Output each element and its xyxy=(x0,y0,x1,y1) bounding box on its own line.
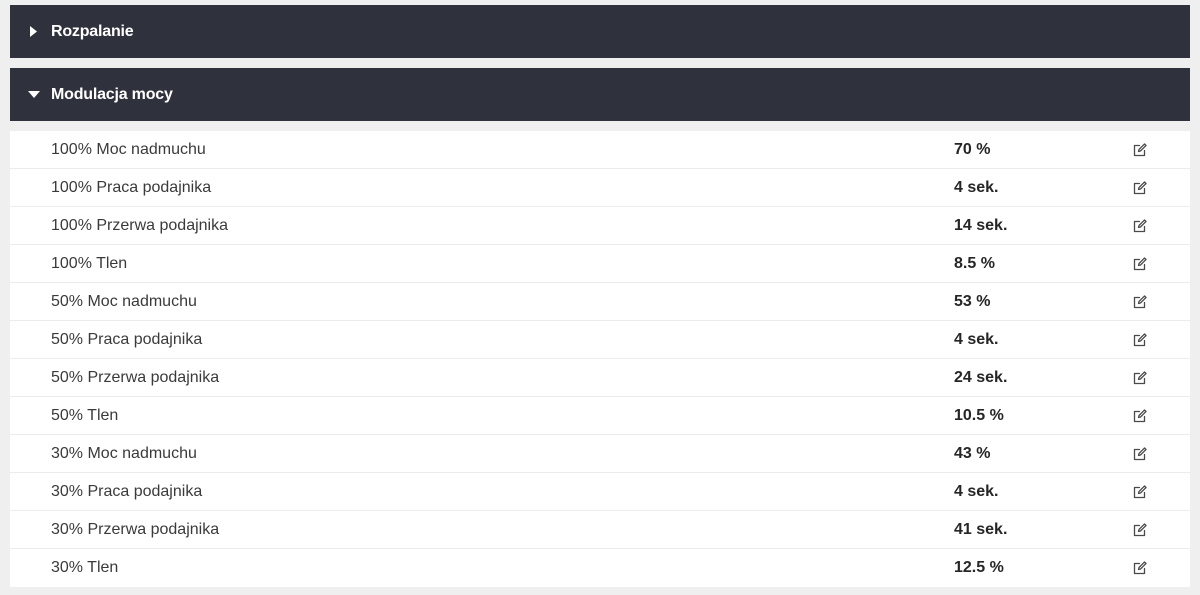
setting-value: 43 % xyxy=(954,445,991,462)
edit-icon[interactable] xyxy=(1132,522,1148,538)
setting-row: 50% Tlen 10.5 % xyxy=(10,397,1190,435)
edit-icon[interactable] xyxy=(1132,484,1148,500)
setting-value: 10.5 % xyxy=(954,407,1004,424)
edit-icon[interactable] xyxy=(1132,370,1148,386)
section-header-rozpalanie[interactable]: Rozpalanie xyxy=(10,5,1190,58)
setting-row: 100% Przerwa podajnika 14 sek. xyxy=(10,207,1190,245)
setting-value: 12.5 % xyxy=(954,559,1004,576)
setting-row: 30% Moc nadmuchu 43 % xyxy=(10,435,1190,473)
setting-value: 14 sek. xyxy=(954,217,1008,234)
settings-list: 100% Moc nadmuchu 70 % 100% Praca podajnik… xyxy=(10,131,1190,587)
setting-label: 100% Przerwa podajnika xyxy=(51,217,228,234)
caret-right-icon xyxy=(28,26,40,38)
setting-row: 30% Tlen 12.5 % xyxy=(10,549,1190,587)
setting-label: 100% Tlen xyxy=(51,255,128,272)
setting-value: 4 sek. xyxy=(954,483,999,500)
setting-row: 100% Moc nadmuchu 70 % xyxy=(10,131,1190,169)
edit-icon[interactable] xyxy=(1132,294,1148,310)
setting-row: 100% Praca podajnika 4 sek. xyxy=(10,169,1190,207)
setting-label: 30% Praca podajnika xyxy=(51,483,203,500)
edit-icon[interactable] xyxy=(1132,332,1148,348)
setting-row: 100% Tlen 8.5 % xyxy=(10,245,1190,283)
setting-row: 50% Moc nadmuchu 53 % xyxy=(10,283,1190,321)
setting-label: 50% Moc nadmuchu xyxy=(51,293,197,310)
setting-value: 4 sek. xyxy=(954,179,999,196)
setting-label: 30% Przerwa podajnika xyxy=(51,521,220,538)
setting-row: 30% Przerwa podajnika 41 sek. xyxy=(10,511,1190,549)
edit-icon[interactable] xyxy=(1132,560,1148,576)
setting-label: 50% Przerwa podajnika xyxy=(51,369,220,386)
setting-label: 30% Tlen xyxy=(51,559,119,576)
section-title: Modulacja mocy xyxy=(51,85,173,103)
setting-label: 100% Moc nadmuchu xyxy=(51,141,206,158)
edit-icon[interactable] xyxy=(1132,180,1148,196)
edit-icon[interactable] xyxy=(1132,408,1148,424)
setting-label: 30% Moc nadmuchu xyxy=(51,445,197,462)
setting-row: 50% Przerwa podajnika 24 sek. xyxy=(10,359,1190,397)
setting-row: 50% Praca podajnika 4 sek. xyxy=(10,321,1190,359)
setting-value: 53 % xyxy=(954,293,991,310)
setting-value: 24 sek. xyxy=(954,369,1008,386)
edit-icon[interactable] xyxy=(1132,142,1148,158)
edit-icon[interactable] xyxy=(1132,218,1148,234)
setting-label: 50% Tlen xyxy=(51,407,119,424)
setting-value: 70 % xyxy=(954,141,991,158)
section-title: Rozpalanie xyxy=(51,22,134,40)
edit-icon[interactable] xyxy=(1132,256,1148,272)
setting-value: 4 sek. xyxy=(954,331,999,348)
caret-down-icon xyxy=(28,89,40,101)
setting-row: 30% Praca podajnika 4 sek. xyxy=(10,473,1190,511)
setting-value: 8.5 % xyxy=(954,255,995,272)
setting-value: 41 sek. xyxy=(954,521,1008,538)
setting-label: 100% Praca podajnika xyxy=(51,179,212,196)
section-header-modulacja-mocy[interactable]: Modulacja mocy xyxy=(10,68,1190,121)
setting-label: 50% Praca podajnika xyxy=(51,331,203,348)
edit-icon[interactable] xyxy=(1132,446,1148,462)
